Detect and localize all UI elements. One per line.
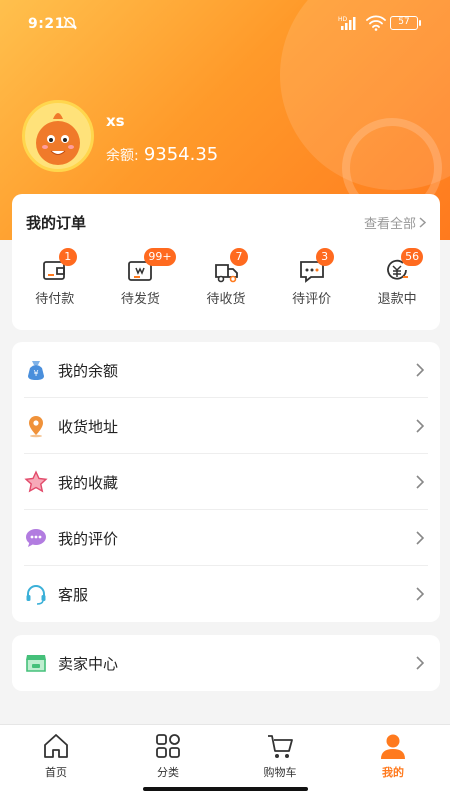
user-icon — [381, 734, 405, 759]
order-status-label: 待发货 — [120, 292, 160, 307]
balance-summary: 余额: 9354.35 — [106, 144, 218, 165]
chevron-right-icon — [416, 474, 425, 493]
menu-item-seller-center[interactable]: 卖家中心 — [12, 635, 440, 691]
tab-home[interactable]: 首页 — [16, 731, 96, 780]
order-status-pending-payment[interactable]: 1 待付款 — [16, 248, 94, 312]
menu-item-label: 我的余额 — [58, 362, 119, 380]
chevron-right-icon — [416, 586, 425, 605]
menu-item-label: 我的收藏 — [58, 474, 119, 492]
tab-category[interactable]: 分类 — [128, 731, 208, 780]
tab-cart[interactable]: 购物车 — [240, 731, 320, 780]
home-icon — [44, 734, 68, 758]
menu-item-favorites[interactable]: 我的收藏 — [12, 454, 440, 510]
status-bar: 9:21 HD 57 — [0, 0, 450, 48]
battery-indicator: 57 — [390, 16, 421, 30]
order-status-pending-review[interactable]: 3 待评价 — [273, 248, 351, 312]
seller-center-card: 卖家中心 — [12, 635, 440, 691]
order-status-label: 待付款 — [35, 292, 75, 307]
order-badge: 1 — [58, 248, 77, 266]
menu-item-address[interactable]: 收货地址 — [12, 398, 440, 454]
chat-bubble-icon — [26, 529, 46, 547]
chevron-right-icon — [416, 418, 425, 437]
tab-mine[interactable]: 我的 — [353, 731, 433, 780]
menu-item-reviews[interactable]: 我的评价 — [12, 510, 440, 566]
category-icon — [156, 734, 180, 758]
cart-icon — [268, 735, 293, 758]
order-status-pending-shipment[interactable]: 99+ 待发货 — [101, 248, 179, 312]
username: xs — [106, 112, 125, 130]
order-badge: 56 — [401, 248, 424, 266]
menu-item-customer-service[interactable]: 客服 — [12, 566, 440, 622]
orders-card: 我的订单 查看全部 1 待付款 99+ 待发货 7 待收货 3 待评价 56 退… — [12, 194, 440, 330]
home-indicator — [143, 787, 308, 791]
tab-label: 首页 — [45, 766, 67, 779]
status-time: 9:21 — [28, 16, 65, 32]
chevron-right-icon — [416, 530, 425, 549]
balance-label: 余额: — [106, 148, 139, 164]
order-status-label: 退款中 — [377, 292, 417, 307]
menu-item-label: 卖家中心 — [58, 655, 119, 673]
account-menu: ¥ 我的余额 收货地址 我的收藏 我的评价 客服 — [12, 342, 440, 622]
mute-icon — [62, 15, 78, 35]
money-bag-icon: ¥ — [28, 361, 44, 380]
order-badge: 3 — [315, 248, 334, 266]
tab-label: 我的 — [382, 766, 404, 779]
chevron-right-icon — [416, 362, 425, 381]
chevron-right-icon — [419, 217, 427, 232]
star-icon — [24, 470, 48, 493]
tab-label: 购物车 — [263, 766, 297, 779]
headset-icon — [26, 585, 46, 605]
location-pin-icon — [29, 416, 43, 438]
svg-text:¥: ¥ — [33, 369, 38, 378]
order-badge: 99+ — [144, 248, 176, 266]
signal-icon: HD — [338, 15, 360, 35]
balance-value: 9354.35 — [143, 144, 219, 165]
order-status-refunding[interactable]: 56 退款中 — [358, 248, 436, 312]
menu-item-label: 我的评价 — [58, 530, 119, 548]
avatar[interactable] — [22, 100, 94, 172]
tab-label: 分类 — [157, 766, 179, 779]
chevron-right-icon — [416, 655, 425, 674]
view-all-label: 查看全部 — [363, 217, 416, 232]
menu-item-label: 客服 — [58, 586, 89, 604]
order-status-pending-receipt[interactable]: 7 待收货 — [187, 248, 265, 312]
wifi-icon — [366, 15, 386, 35]
order-badge: 7 — [229, 248, 248, 266]
network-type: HD — [338, 16, 348, 23]
menu-item-balance[interactable]: ¥ 我的余额 — [12, 342, 440, 398]
order-status-label: 待评价 — [292, 292, 332, 307]
view-all-orders-link[interactable]: 查看全部 — [363, 213, 427, 232]
menu-item-label: 收货地址 — [58, 418, 119, 436]
orders-title: 我的订单 — [26, 214, 87, 232]
store-icon — [26, 655, 46, 672]
order-status-label: 待收货 — [206, 292, 246, 307]
